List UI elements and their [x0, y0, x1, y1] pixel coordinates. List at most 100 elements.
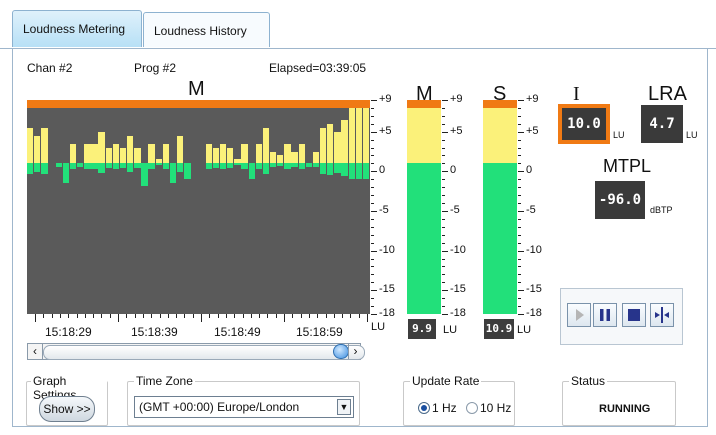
scale-minor-tick [442, 163, 445, 165]
loudness-bar [291, 163, 298, 167]
time-tick [325, 314, 327, 318]
scale-label: 0 [379, 164, 386, 177]
status-value: RUNNING [599, 403, 651, 415]
scale-minor-tick [371, 147, 374, 149]
scale-tick [518, 131, 524, 133]
prog-label: Prog #2 [134, 61, 177, 75]
scale-tick [371, 290, 377, 292]
scale-minor-tick [442, 179, 445, 181]
loudness-bar [262, 127, 270, 164]
scale-label: -15 [450, 283, 466, 296]
update-rate-group: Update Rate 1 Hz 10 Hz [403, 374, 515, 426]
scale-label: +9 [526, 93, 539, 105]
loudness-bar [362, 163, 370, 180]
scale-minor-tick [518, 226, 521, 228]
time-zone-select[interactable]: (GMT +00:00) Europe/London ▼ [134, 396, 354, 418]
time-tick [242, 314, 244, 318]
scale-minor-tick [371, 298, 374, 300]
stop-icon [628, 309, 640, 321]
scale-minor-tick [442, 282, 445, 284]
meter-yellow-zone [407, 107, 441, 164]
time-tick [217, 314, 219, 318]
scale-minor-tick [371, 187, 374, 189]
mtpl-unit: dBTP [650, 205, 673, 215]
loudness-bar [98, 163, 105, 173]
show-graph-settings-button[interactable]: Show >> [39, 396, 95, 422]
momentary-unit: LU [443, 324, 458, 336]
short-term-value: 10.9 [484, 319, 514, 339]
time-tick [68, 314, 70, 318]
time-tick [51, 314, 53, 318]
scale-label: -10 [379, 243, 395, 256]
scale-minor-tick [442, 234, 445, 236]
scale-label: +9 [450, 93, 463, 105]
scale-tick [442, 314, 448, 315]
scale-minor-tick [371, 218, 374, 220]
loudness-bar [341, 163, 348, 177]
scale-minor-tick [371, 306, 374, 308]
time-tick [134, 314, 136, 318]
loudness-bar [348, 107, 355, 164]
stop-button[interactable] [622, 303, 646, 327]
loudness-bar [248, 163, 255, 180]
radio-1hz-label[interactable]: 1 Hz [432, 401, 457, 415]
loudness-graph [27, 100, 370, 314]
scroll-track[interactable] [43, 345, 365, 360]
loudness-bar [205, 163, 212, 170]
time-tick [109, 314, 111, 318]
loudness-bar [255, 163, 262, 170]
scale-tick [371, 131, 377, 133]
scale-minor-tick [518, 242, 521, 244]
loudness-bar [319, 127, 327, 164]
loudness-bar [277, 163, 284, 166]
scale-tick [371, 100, 377, 101]
loudness-bar [127, 135, 134, 164]
loudness-bar [34, 163, 41, 172]
scale-minor-tick [442, 226, 445, 228]
tab-loudness-metering[interactable]: Loudness Metering (2) [12, 10, 142, 73]
scale-tick [442, 290, 448, 292]
loudness-bar [334, 163, 341, 173]
reset-button[interactable] [650, 303, 674, 327]
scale-minor-tick [371, 107, 374, 109]
scale-minor-tick [442, 298, 445, 300]
chevron-down-icon[interactable]: ▼ [337, 399, 351, 415]
scroll-right-arrow-icon[interactable]: › [348, 344, 362, 359]
scale-minor-tick [518, 298, 521, 300]
scroll-thumb[interactable] [333, 344, 349, 359]
loudness-bar [362, 107, 370, 164]
meter-orange-zone [483, 100, 517, 108]
time-tick [250, 314, 252, 318]
radio-1hz[interactable] [418, 402, 430, 414]
reset-icon [655, 307, 669, 323]
scroll-left-arrow-icon[interactable]: ‹ [28, 344, 43, 359]
loudness-bar [355, 103, 363, 108]
lra-value: 4.7 [641, 105, 683, 143]
scale-label: -10 [526, 243, 542, 256]
loudness-bar [327, 163, 334, 176]
scale-tick [518, 290, 524, 292]
scale-tick [518, 210, 524, 212]
scale-minor-tick [371, 274, 374, 276]
momentary-meter-scale: +9 +5 0 -5 -10 -15 -18 [442, 93, 466, 319]
scale-label: 0 [450, 164, 457, 177]
radio-10hz-label[interactable]: 10 Hz [480, 401, 511, 415]
radio-10hz[interactable] [466, 402, 478, 414]
play-button[interactable] [567, 303, 591, 327]
loudness-bar [319, 163, 327, 175]
tab-loudness-history[interactable]: Loudness History [143, 12, 270, 47]
loudness-bar [298, 163, 305, 170]
tab-bar: Loudness Metering (2) Loudness History [0, 0, 716, 73]
scale-tick [371, 250, 377, 252]
time-tick [342, 314, 344, 318]
graph-settings-group: Graph Settings Show >> [26, 374, 108, 426]
time-tick [167, 314, 169, 318]
scale-minor-tick [518, 147, 521, 149]
pause-button[interactable] [593, 303, 617, 327]
time-tick [35, 314, 36, 322]
loudness-bar [348, 103, 355, 108]
loudness-bar [77, 163, 84, 168]
loudness-bar [155, 163, 162, 165]
scale-label: -18 [526, 307, 542, 319]
history-scrollbar[interactable]: ‹ › [27, 343, 365, 360]
